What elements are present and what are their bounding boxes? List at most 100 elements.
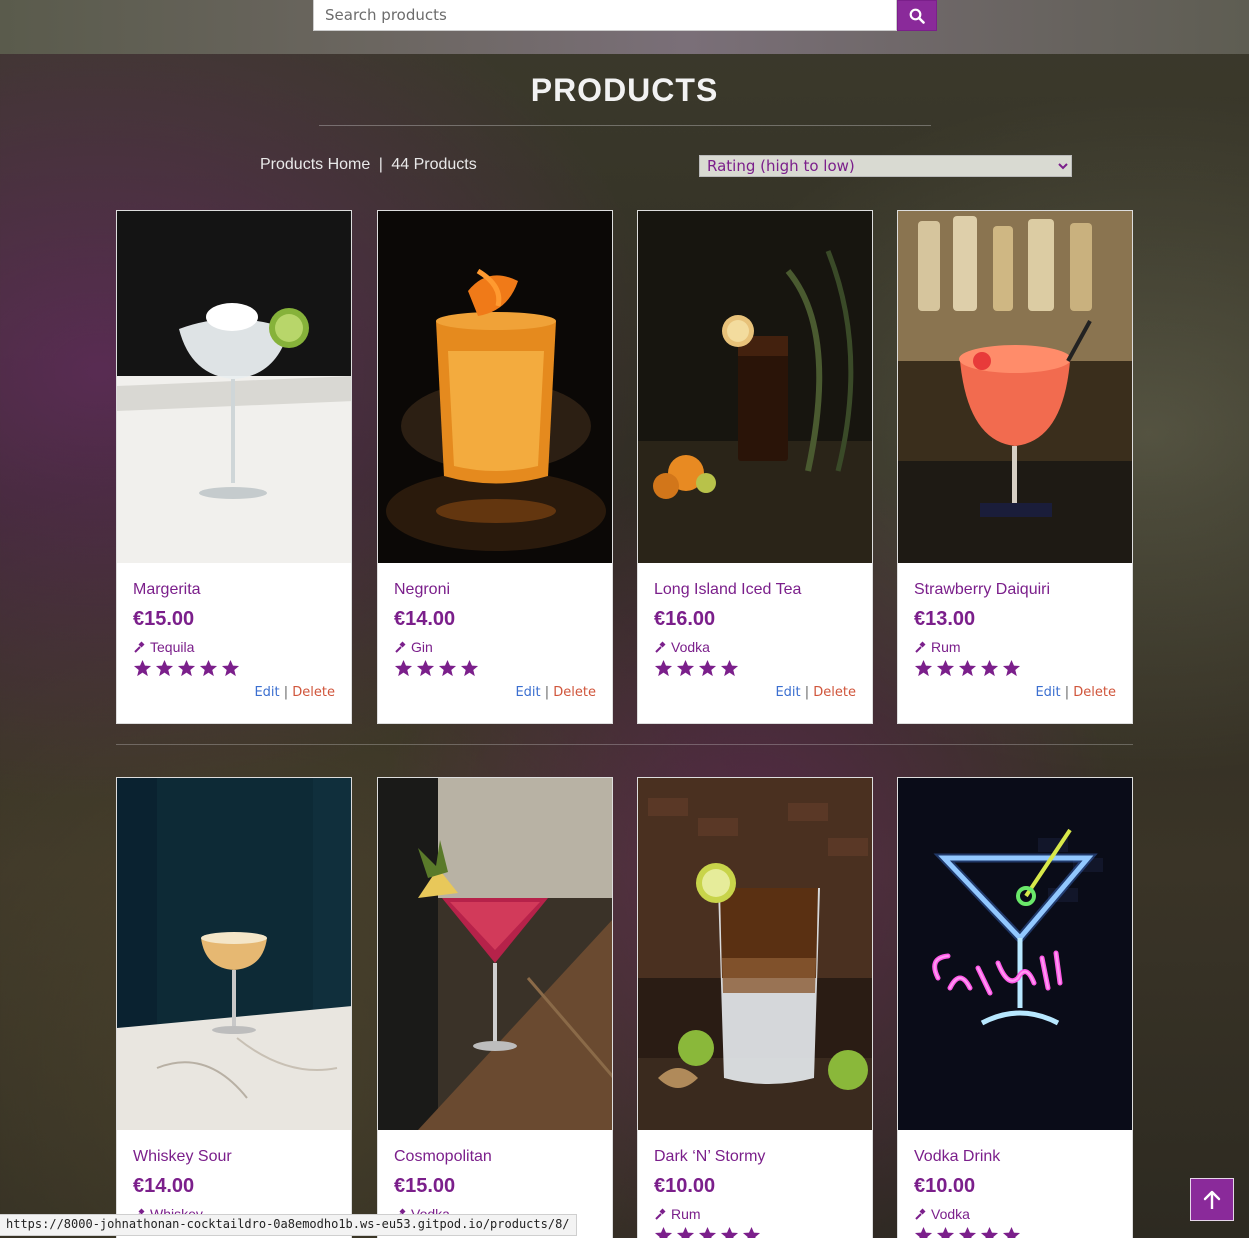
product-card[interactable]: Strawberry Daiquiri €13.00 Rum Edit | De… bbox=[897, 210, 1133, 724]
product-name[interactable]: Cosmopolitan bbox=[394, 1148, 596, 1170]
product-card[interactable]: Cosmopolitan €15.00 Vodka bbox=[377, 777, 613, 1238]
product-card[interactable]: Whiskey Sour €14.00 Whiskey bbox=[116, 777, 352, 1238]
star-icon bbox=[980, 659, 999, 677]
back-to-top-button[interactable] bbox=[1190, 1178, 1234, 1221]
product-image[interactable] bbox=[117, 211, 351, 563]
product-name[interactable]: Whiskey Sour bbox=[133, 1148, 335, 1170]
product-rating bbox=[654, 659, 856, 678]
product-category[interactable]: Tequila bbox=[133, 639, 335, 655]
breadcrumb: Products Home | 44 Products bbox=[260, 156, 477, 174]
product-category[interactable]: Gin bbox=[394, 639, 596, 655]
star-icon bbox=[1002, 659, 1021, 677]
product-card[interactable]: Margerita €15.00 Tequila Edit | Delete bbox=[116, 210, 352, 724]
product-category[interactable]: Vodka bbox=[914, 1206, 1116, 1222]
star-icon bbox=[720, 1226, 739, 1238]
cocktail-tag-icon bbox=[655, 1208, 666, 1220]
product-price: €14.00 bbox=[394, 608, 456, 630]
product-category[interactable]: Rum bbox=[654, 1206, 856, 1222]
action-separator: | bbox=[804, 685, 814, 700]
star-icon bbox=[654, 659, 673, 677]
search-button[interactable] bbox=[897, 0, 937, 31]
product-image[interactable] bbox=[378, 211, 612, 563]
title-divider bbox=[319, 125, 931, 126]
search-form bbox=[313, 0, 937, 31]
product-price: €13.00 bbox=[914, 608, 976, 630]
product-image[interactable] bbox=[638, 211, 872, 563]
product-rating bbox=[914, 659, 1116, 678]
product-price: €15.00 bbox=[133, 608, 195, 630]
delete-link[interactable]: Delete bbox=[1073, 685, 1116, 700]
star-icon bbox=[914, 659, 933, 677]
product-card[interactable]: Long Island Iced Tea €16.00 Vodka Edit |… bbox=[637, 210, 873, 724]
edit-link[interactable]: Edit bbox=[775, 685, 800, 700]
product-price: €10.00 bbox=[914, 1175, 976, 1197]
top-header bbox=[0, 0, 1249, 54]
arrow-up-icon bbox=[1203, 1190, 1221, 1209]
star-icon bbox=[1002, 1226, 1021, 1238]
product-category[interactable]: Vodka bbox=[654, 639, 856, 655]
breadcrumb-separator: | bbox=[378, 156, 383, 173]
product-name[interactable]: Long Island Iced Tea bbox=[654, 581, 856, 603]
product-info: Vodka Drink €10.00 Vodka bbox=[898, 1130, 1132, 1238]
product-rating bbox=[394, 659, 596, 678]
product-name[interactable]: Margerita bbox=[133, 581, 335, 603]
product-card[interactable]: Vodka Drink €10.00 Vodka bbox=[897, 777, 1133, 1238]
delete-link[interactable]: Delete bbox=[553, 685, 596, 700]
star-icon bbox=[177, 659, 196, 677]
product-category[interactable]: Rum bbox=[914, 639, 1116, 655]
delete-link[interactable]: Delete bbox=[813, 685, 856, 700]
product-admin-actions: Edit | Delete bbox=[1035, 685, 1116, 700]
product-card[interactable]: Dark ‘N’ Stormy €10.00 Rum bbox=[637, 777, 873, 1238]
action-separator: | bbox=[283, 685, 293, 700]
star-icon bbox=[936, 659, 955, 677]
action-separator: | bbox=[544, 685, 554, 700]
star-icon bbox=[698, 659, 717, 677]
product-rating bbox=[654, 1226, 856, 1238]
edit-link[interactable]: Edit bbox=[1035, 685, 1060, 700]
product-count: 44 Products bbox=[391, 156, 477, 173]
cocktail-tag-icon bbox=[134, 641, 145, 653]
edit-link[interactable]: Edit bbox=[254, 685, 279, 700]
search-icon bbox=[909, 8, 925, 24]
delete-link[interactable]: Delete bbox=[292, 685, 335, 700]
product-image[interactable] bbox=[378, 778, 612, 1130]
star-icon bbox=[676, 659, 695, 677]
star-icon bbox=[654, 1226, 673, 1238]
star-icon bbox=[958, 659, 977, 677]
product-card[interactable]: Negroni €14.00 Gin Edit | Delete bbox=[377, 210, 613, 724]
star-icon bbox=[914, 1226, 933, 1238]
product-image[interactable] bbox=[638, 778, 872, 1130]
product-rating bbox=[133, 659, 335, 678]
star-icon bbox=[416, 659, 435, 677]
product-name[interactable]: Vodka Drink bbox=[914, 1148, 1116, 1170]
page-title: PRODUCTS bbox=[530, 72, 719, 108]
star-icon bbox=[155, 659, 174, 677]
product-price: €10.00 bbox=[654, 1175, 716, 1197]
product-name[interactable]: Negroni bbox=[394, 581, 596, 603]
product-image[interactable] bbox=[898, 778, 1132, 1130]
product-admin-actions: Edit | Delete bbox=[775, 685, 856, 700]
sort-select[interactable]: Rating (high to low) bbox=[699, 155, 1072, 177]
cocktail-tag-icon bbox=[915, 641, 926, 653]
edit-link[interactable]: Edit bbox=[515, 685, 540, 700]
star-icon bbox=[958, 1226, 977, 1238]
product-admin-actions: Edit | Delete bbox=[254, 685, 335, 700]
product-name[interactable]: Dark ‘N’ Stormy bbox=[654, 1148, 856, 1170]
star-icon bbox=[936, 1226, 955, 1238]
star-icon bbox=[394, 659, 413, 677]
star-icon bbox=[221, 659, 240, 677]
product-name[interactable]: Strawberry Daiquiri bbox=[914, 581, 1116, 603]
product-image[interactable] bbox=[898, 211, 1132, 563]
search-input[interactable] bbox=[313, 0, 897, 31]
star-icon bbox=[676, 1226, 695, 1238]
cocktail-tag-icon bbox=[915, 1208, 926, 1220]
products-home-link[interactable]: Products Home bbox=[260, 156, 370, 173]
browser-status-url: https://8000-johnathonan-cocktaildro-0a8… bbox=[0, 1214, 577, 1236]
product-info: Negroni €14.00 Gin Edit | Delete bbox=[378, 563, 612, 723]
action-separator: | bbox=[1064, 685, 1074, 700]
star-icon bbox=[460, 659, 479, 677]
product-info: Dark ‘N’ Stormy €10.00 Rum bbox=[638, 1130, 872, 1238]
star-icon bbox=[133, 659, 152, 677]
star-icon bbox=[438, 659, 457, 677]
product-image[interactable] bbox=[117, 778, 351, 1130]
